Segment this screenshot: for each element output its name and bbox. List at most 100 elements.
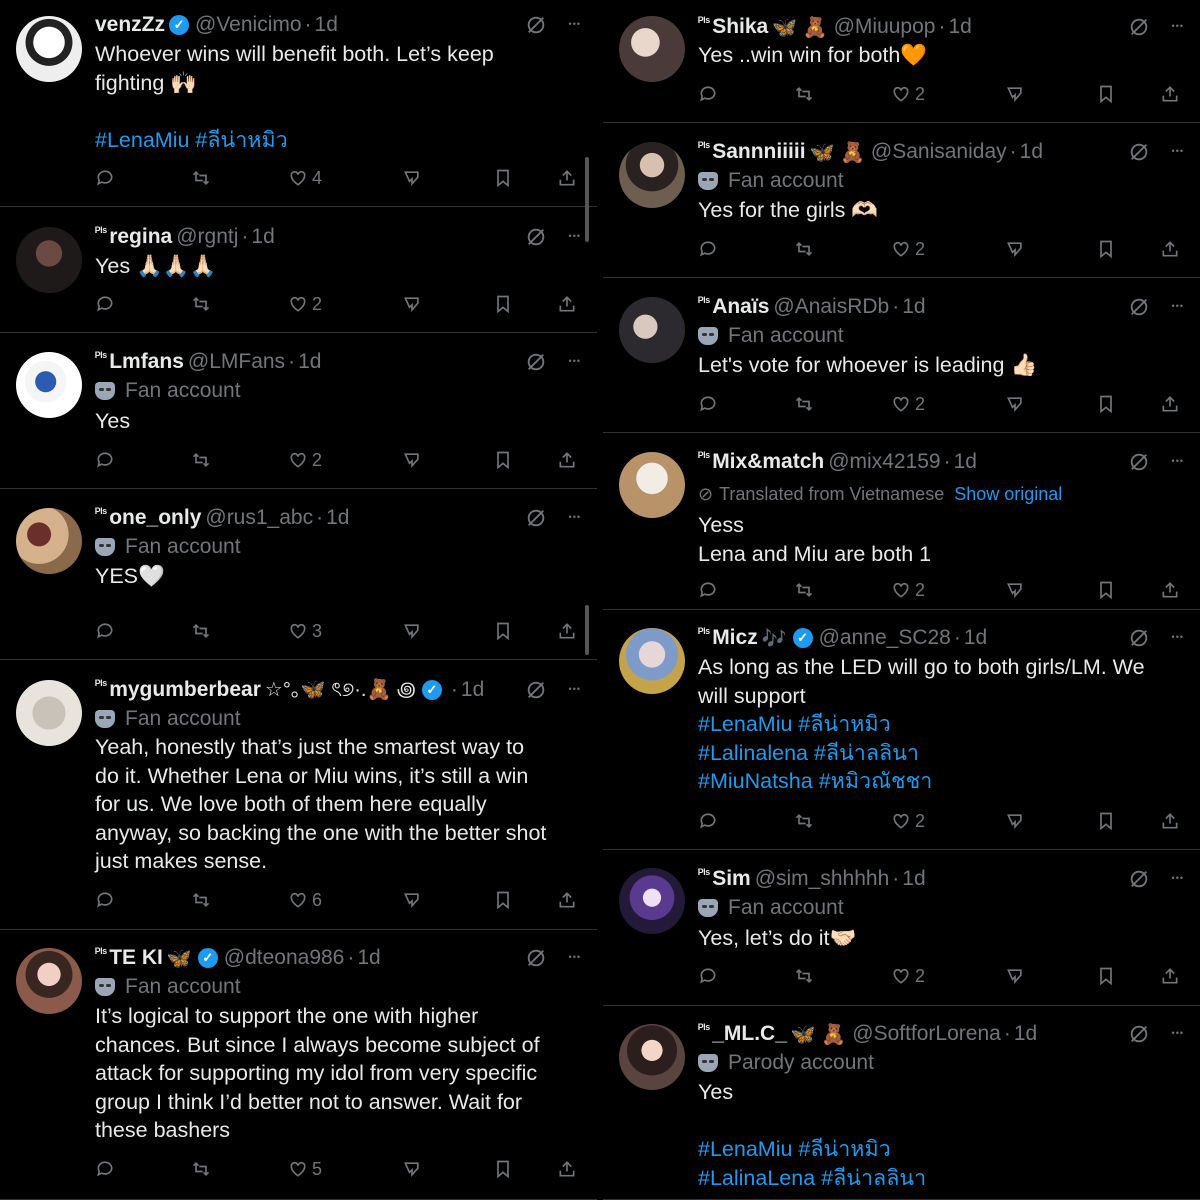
reply-button[interactable]	[698, 811, 718, 831]
reply-button[interactable]	[95, 621, 115, 641]
like-button[interactable]: 2	[891, 580, 925, 601]
reply-button[interactable]	[95, 168, 115, 188]
reply-button[interactable]	[95, 1159, 115, 1179]
stats-button[interactable]	[402, 890, 422, 910]
stats-button[interactable]	[402, 450, 422, 470]
repost-button[interactable]	[191, 1159, 211, 1179]
reply-button[interactable]	[95, 294, 115, 314]
display-name[interactable]: Mix&match	[712, 450, 824, 474]
bookmark-button[interactable]	[1096, 394, 1116, 414]
avatar[interactable]	[16, 227, 82, 293]
handle[interactable]: @sim_shhhhh	[755, 867, 890, 891]
reply-button[interactable]	[698, 394, 718, 414]
stats-button[interactable]	[402, 621, 422, 641]
display-name[interactable]: one_only	[109, 506, 201, 530]
handle[interactable]: @rus1_abc	[205, 506, 313, 530]
handle[interactable]: @dteona986	[224, 946, 345, 970]
display-name[interactable]: mygumberbear	[109, 678, 261, 702]
stats-button[interactable]	[1005, 811, 1025, 831]
like-button[interactable]: 2	[288, 294, 322, 315]
bookmark-button[interactable]	[493, 450, 513, 470]
avatar[interactable]	[16, 680, 82, 746]
like-button[interactable]: 3	[288, 621, 322, 642]
share-button[interactable]	[1160, 580, 1180, 600]
handle[interactable]: @rgntj	[176, 225, 238, 249]
avatar[interactable]	[619, 452, 685, 518]
display-name[interactable]: Lmfans	[109, 350, 184, 374]
post[interactable]: ••• ᴾˡˢ _ML.C_ 🦋 🧸 @SoftforLorena · 1d Parody a…	[603, 1006, 1200, 1200]
like-button[interactable]: 2	[891, 84, 925, 105]
display-name[interactable]: regina	[109, 225, 172, 249]
stats-button[interactable]	[402, 168, 422, 188]
avatar[interactable]	[16, 508, 82, 574]
post[interactable]: ••• ᴾˡˢ TE KI 🦋 ✓ @dteona986 · 1d Fan account It’…	[0, 930, 597, 1200]
like-button[interactable]: 2	[891, 394, 925, 415]
bookmark-button[interactable]	[493, 621, 513, 641]
stats-button[interactable]	[1005, 84, 1025, 104]
timestamp[interactable]: 1d	[1020, 140, 1043, 164]
like-button[interactable]: 5	[288, 1159, 322, 1180]
stats-button[interactable]	[1005, 394, 1025, 414]
repost-button[interactable]	[191, 890, 211, 910]
display-name[interactable]: Anaïs	[712, 295, 769, 319]
timestamp[interactable]: 1d	[251, 225, 274, 249]
share-button[interactable]	[1160, 239, 1180, 259]
timestamp[interactable]: 1d	[357, 946, 380, 970]
timestamp[interactable]: 1d	[954, 450, 977, 474]
timestamp[interactable]: 1d	[326, 506, 349, 530]
handle[interactable]: @LMFans	[188, 350, 285, 374]
stats-button[interactable]	[1005, 580, 1025, 600]
timestamp[interactable]: 1d	[948, 15, 971, 39]
bookmark-button[interactable]	[493, 168, 513, 188]
share-button[interactable]	[1160, 966, 1180, 986]
post[interactable]: ••• ᴾˡˢ mygumberbear ☆°｡🦋 ৎ୭·.🧸 ꩜ ✓ · 1d Fan ac…	[0, 660, 597, 930]
like-button[interactable]: 4	[288, 168, 322, 189]
reply-button[interactable]	[698, 239, 718, 259]
timestamp[interactable]: 1d	[461, 678, 484, 702]
bookmark-button[interactable]	[493, 294, 513, 314]
repost-button[interactable]	[191, 168, 211, 188]
display-name[interactable]: venzZz	[95, 13, 165, 37]
scrollbar[interactable]	[585, 157, 589, 242]
reply-button[interactable]	[95, 450, 115, 470]
display-name[interactable]: Sim	[712, 867, 751, 891]
handle[interactable]: @Sanisaniday	[871, 140, 1007, 164]
share-button[interactable]	[1160, 84, 1180, 104]
display-name[interactable]: Sannniiiii	[712, 140, 805, 164]
display-name[interactable]: _ML.C_	[712, 1022, 787, 1046]
reply-button[interactable]	[698, 580, 718, 600]
show-original-link[interactable]: Show original	[954, 484, 1062, 505]
timestamp[interactable]: 1d	[902, 295, 925, 319]
repost-button[interactable]	[794, 239, 814, 259]
repost-button[interactable]	[794, 84, 814, 104]
repost-button[interactable]	[794, 580, 814, 600]
avatar[interactable]	[619, 1024, 685, 1090]
share-button[interactable]	[1160, 394, 1180, 414]
handle[interactable]: @anne_SC28	[819, 626, 951, 650]
share-button[interactable]	[557, 450, 577, 470]
like-button[interactable]: 2	[891, 239, 925, 260]
display-name[interactable]: Shika	[712, 15, 768, 39]
repost-button[interactable]	[191, 450, 211, 470]
share-button[interactable]	[557, 890, 577, 910]
stats-button[interactable]	[1005, 966, 1025, 986]
repost-button[interactable]	[794, 966, 814, 986]
bookmark-button[interactable]	[493, 890, 513, 910]
share-button[interactable]	[1160, 811, 1180, 831]
bookmark-button[interactable]	[1096, 580, 1116, 600]
display-name[interactable]: TE KI	[109, 946, 163, 970]
avatar[interactable]	[619, 297, 685, 363]
share-button[interactable]	[557, 294, 577, 314]
bookmark-button[interactable]	[493, 1159, 513, 1179]
timestamp[interactable]: 1d	[315, 13, 338, 37]
post[interactable]: ••• ᴾˡˢ Anaïs @AnaisRDb · 1d Fan account Let's …	[603, 278, 1200, 433]
bookmark-button[interactable]	[1096, 966, 1116, 986]
share-button[interactable]	[557, 168, 577, 188]
like-button[interactable]: 2	[288, 450, 322, 471]
like-button[interactable]: 2	[891, 966, 925, 987]
timestamp[interactable]: 1d	[964, 626, 987, 650]
stats-button[interactable]	[402, 1159, 422, 1179]
timestamp[interactable]: 1d	[902, 867, 925, 891]
reply-button[interactable]	[95, 890, 115, 910]
avatar[interactable]	[619, 16, 685, 82]
